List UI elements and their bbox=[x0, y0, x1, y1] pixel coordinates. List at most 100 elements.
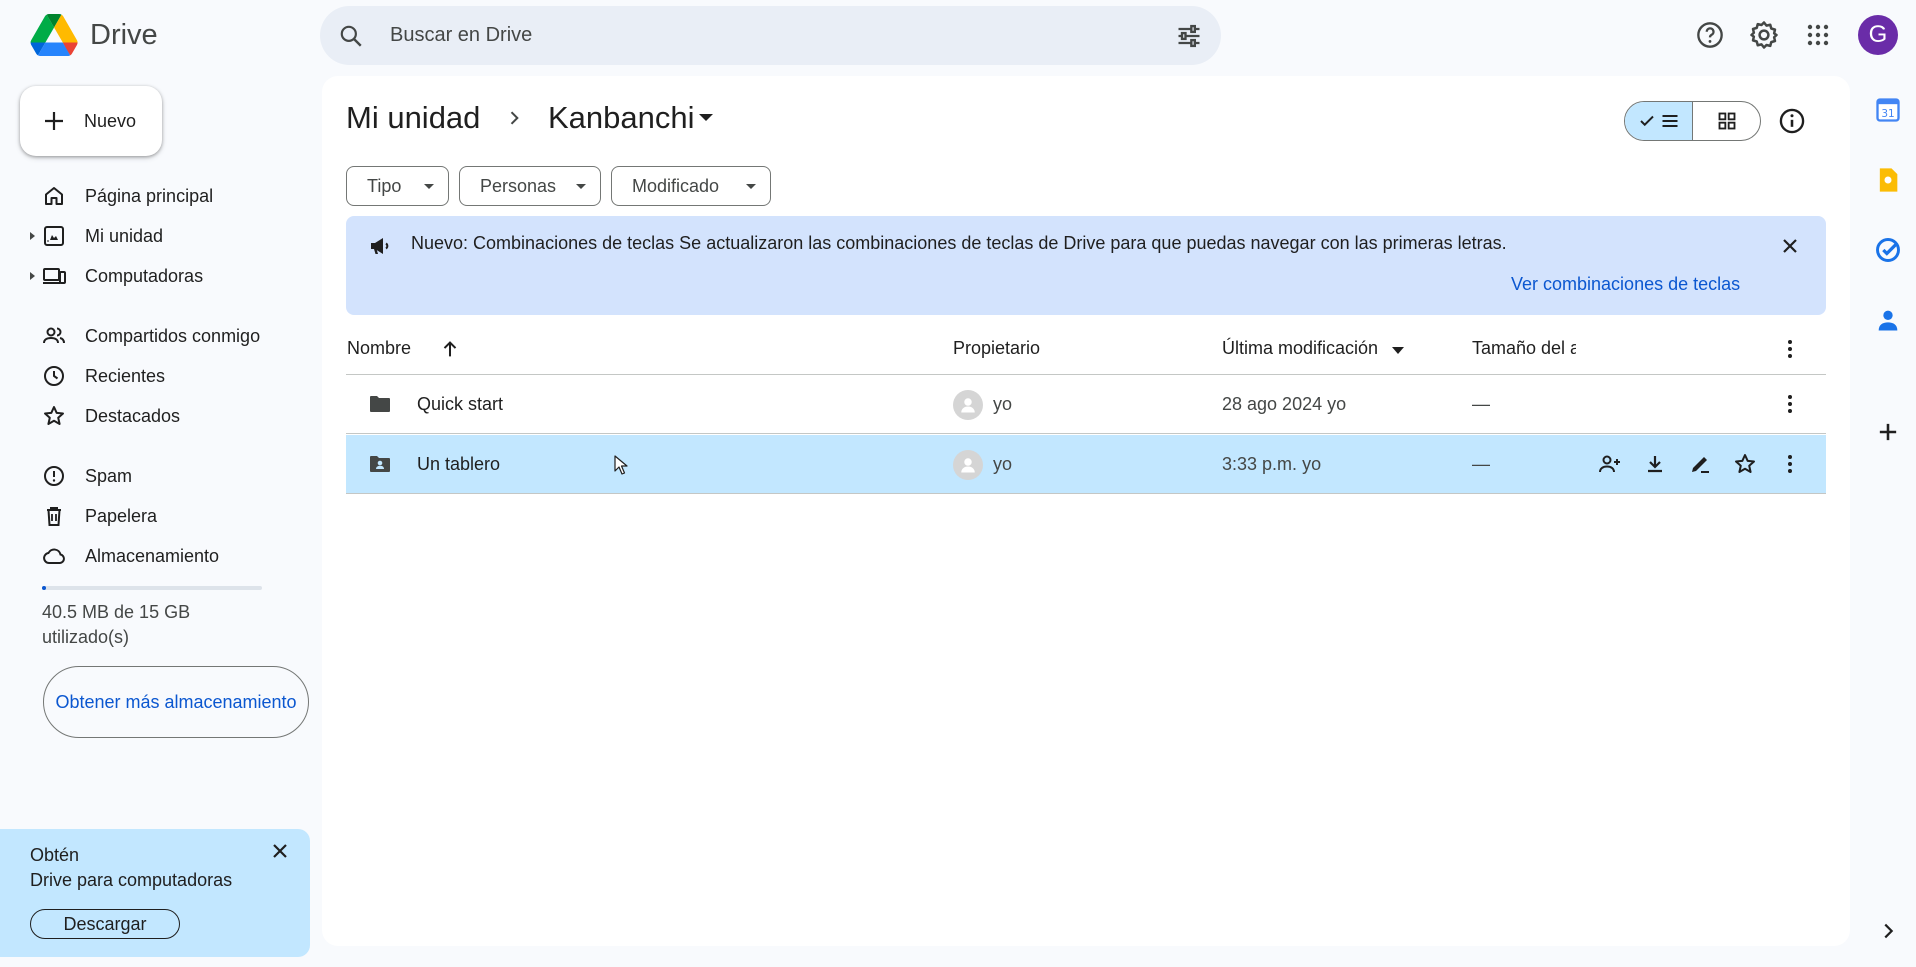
sidebar-item-recent[interactable]: Recientes bbox=[0, 356, 300, 396]
dropdown-arrow-icon bbox=[746, 184, 756, 189]
sidebar-item-home[interactable]: Página principal bbox=[0, 176, 300, 216]
sidebar-item-computers[interactable]: Computadoras bbox=[0, 256, 300, 296]
grid-icon bbox=[1718, 112, 1735, 130]
modified-cell: 3:33 p.m. yo bbox=[1222, 435, 1321, 494]
column-header-size[interactable]: Tamaño del a bbox=[1472, 338, 1576, 359]
banner-body: Se actualizaron las combinaciones de tec… bbox=[679, 233, 1507, 253]
view-shortcuts-link[interactable]: Ver combinaciones de teclas bbox=[1511, 274, 1740, 295]
expand-caret-icon[interactable] bbox=[30, 272, 35, 280]
filter-label: Personas bbox=[480, 175, 557, 196]
info-icon[interactable] bbox=[1778, 107, 1806, 135]
table-row[interactable]: Quick start yo 28 ago 2024 yo — bbox=[346, 375, 1826, 434]
star-icon[interactable] bbox=[1733, 452, 1757, 476]
app-name: Drive bbox=[90, 18, 158, 51]
contacts-icon[interactable] bbox=[1874, 306, 1902, 334]
chevron-right-icon bbox=[510, 111, 519, 125]
more-vert-icon[interactable] bbox=[1778, 452, 1802, 476]
list-icon bbox=[1662, 115, 1677, 127]
arrow-up-icon[interactable] bbox=[439, 338, 461, 360]
grid-view-button[interactable] bbox=[1693, 102, 1760, 140]
download-icon[interactable] bbox=[1643, 452, 1667, 476]
apps-button[interactable] bbox=[1796, 13, 1840, 57]
sidebar-item-label: Computadoras bbox=[85, 265, 204, 286]
close-icon[interactable] bbox=[1778, 234, 1802, 258]
search-options-icon[interactable] bbox=[1175, 22, 1203, 50]
sidebar-item-storage[interactable]: Almacenamiento bbox=[0, 536, 300, 576]
people-icon bbox=[43, 327, 65, 344]
owner-cell: yo bbox=[953, 375, 1012, 434]
size-cell: — bbox=[1472, 394, 1490, 414]
settings-button[interactable] bbox=[1742, 13, 1786, 57]
dropdown-arrow-icon bbox=[576, 184, 586, 189]
my-drive-icon bbox=[44, 226, 64, 246]
storage-usage-text: 40.5 MB de 15 GB utilizado(s) bbox=[42, 602, 191, 647]
tasks-icon[interactable] bbox=[1874, 236, 1902, 264]
owner-name: yo bbox=[993, 454, 1013, 474]
mouse-cursor-icon bbox=[614, 455, 628, 475]
add-plus-icon[interactable] bbox=[1874, 418, 1902, 446]
keep-icon[interactable] bbox=[1874, 166, 1902, 194]
table-row-selected[interactable]: Un tablero yo 3:33 p.m. yo — bbox=[346, 435, 1826, 494]
share-icon[interactable] bbox=[1598, 452, 1622, 476]
more-vert-icon[interactable] bbox=[1778, 337, 1802, 361]
side-panel-rail: 31 bbox=[1864, 0, 1916, 967]
new-button[interactable]: Nuevo bbox=[20, 86, 162, 156]
view-toggle[interactable] bbox=[1624, 101, 1761, 141]
search-bar[interactable]: Buscar en Drive bbox=[320, 6, 1221, 65]
promo-drive-desktop: Obtén Drive para computadoras Descargar bbox=[0, 829, 310, 957]
sidebar-item-label: Spam bbox=[85, 465, 133, 486]
computer-icon bbox=[43, 268, 66, 284]
filter-people[interactable]: Personas bbox=[459, 166, 601, 206]
close-icon[interactable] bbox=[268, 839, 292, 863]
modified-by: yo bbox=[1302, 454, 1322, 474]
trash-icon bbox=[47, 507, 61, 526]
modified-date: 28 ago 2024 bbox=[1222, 394, 1323, 414]
storage-progress-bar bbox=[42, 586, 262, 590]
sidebar-item-label: Mi unidad bbox=[85, 225, 164, 246]
sidebar-item-trash[interactable]: Papelera bbox=[0, 496, 300, 536]
chevron-right-icon[interactable] bbox=[1877, 920, 1899, 942]
modified-date: 3:33 p.m. bbox=[1222, 454, 1298, 474]
sidebar-item-shared[interactable]: Compartidos conmigo bbox=[0, 316, 300, 356]
breadcrumb-my-drive[interactable]: Mi unidad bbox=[346, 100, 480, 136]
search-input[interactable]: Buscar en Drive bbox=[390, 24, 1175, 47]
calendar-icon[interactable]: 31 bbox=[1874, 96, 1902, 124]
main-panel bbox=[322, 76, 1850, 946]
sidebar-item-my-drive[interactable]: Mi unidad bbox=[0, 216, 300, 256]
promo-text: Obtén Drive para computadoras bbox=[30, 843, 232, 893]
file-name[interactable]: Un tablero bbox=[417, 435, 500, 494]
file-name[interactable]: Quick start bbox=[417, 375, 503, 434]
more-vert-icon[interactable] bbox=[1778, 392, 1802, 416]
download-button[interactable]: Descargar bbox=[30, 909, 180, 939]
expand-caret-icon[interactable] bbox=[30, 232, 35, 240]
modified-by: yo bbox=[1327, 394, 1347, 414]
folder-menu-dropdown-icon[interactable] bbox=[699, 114, 713, 121]
list-view-button[interactable] bbox=[1625, 102, 1693, 140]
sidebar-item-starred[interactable]: Destacados bbox=[0, 396, 300, 436]
get-more-storage-button[interactable]: Obtener más almacenamiento bbox=[43, 666, 309, 738]
sort-dropdown-icon[interactable] bbox=[1392, 347, 1404, 354]
shortcuts-banner: Nuevo: Combinaciones de teclas Se actual… bbox=[346, 216, 1826, 315]
sidebar-item-label: Almacenamiento bbox=[85, 545, 220, 566]
filter-modified[interactable]: Modificado bbox=[611, 166, 771, 206]
apps-grid-icon bbox=[1807, 24, 1829, 46]
drive-logo[interactable]: Drive bbox=[30, 14, 158, 56]
filter-label: Tipo bbox=[367, 175, 402, 196]
shared-folder-icon bbox=[370, 456, 390, 472]
modified-cell: 28 ago 2024 yo bbox=[1222, 375, 1346, 434]
column-header-name[interactable]: Nombre bbox=[347, 338, 411, 359]
breadcrumb-current-folder[interactable]: Kanbanchi bbox=[548, 100, 695, 136]
column-header-modified[interactable]: Última modificación bbox=[1222, 338, 1378, 359]
column-header-owner[interactable]: Propietario bbox=[953, 338, 1040, 359]
sidebar-item-spam[interactable]: Spam bbox=[0, 456, 300, 496]
help-button[interactable] bbox=[1688, 13, 1732, 57]
promo-line2: Drive para computadoras bbox=[30, 870, 233, 890]
size-cell: — bbox=[1472, 454, 1490, 474]
new-button-label: Nuevo bbox=[84, 110, 137, 131]
filter-type[interactable]: Tipo bbox=[346, 166, 449, 206]
plus-icon bbox=[45, 112, 63, 130]
search-icon[interactable] bbox=[338, 23, 364, 49]
banner-title: Nuevo: Combinaciones de teclas bbox=[411, 233, 675, 253]
megaphone-icon bbox=[371, 238, 389, 254]
rename-pencil-icon[interactable] bbox=[1688, 452, 1712, 476]
